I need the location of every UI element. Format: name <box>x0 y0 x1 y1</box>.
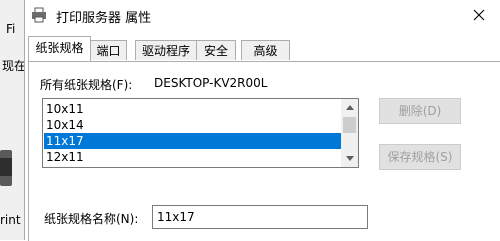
tab-security[interactable]: 安全 <box>196 40 236 60</box>
scroll-down-arrow-icon[interactable] <box>341 150 358 167</box>
list-item[interactable]: 10x14 <box>44 117 341 133</box>
close-button[interactable] <box>457 0 500 30</box>
close-icon <box>473 9 485 21</box>
title-bar[interactable]: 打印服务器 属性 <box>25 0 500 32</box>
printer-icon <box>0 150 12 186</box>
background-window: Fi 现在 rint <box>0 0 25 240</box>
scroll-thumb[interactable] <box>343 117 356 133</box>
tab-ports[interactable]: 端口 <box>90 40 127 60</box>
forms-tab-panel: 所有纸张规格(F): DESKTOP-KV2R00L 10x11 10x14 1… <box>28 61 500 241</box>
tab-bar: 纸张规格 端口 驱动程序 安全 高级 <box>25 36 500 62</box>
tab-drivers[interactable]: 驱动程序 <box>135 40 197 60</box>
tab-forms[interactable]: 纸张规格 <box>28 36 91 61</box>
computer-name: DESKTOP-KV2R00L <box>154 76 268 90</box>
list-scrollbar[interactable] <box>341 99 358 167</box>
background-item-text: rint <box>0 213 21 227</box>
save-form-button[interactable]: 保存规格(S) <box>379 144 461 170</box>
form-name-label: 纸张规格名称(N): <box>44 212 139 226</box>
background-toolbar-text: 现在 <box>2 59 25 73</box>
all-forms-label: 所有纸张规格(F): <box>40 78 133 92</box>
list-item-selected[interactable]: 11x17 <box>44 133 341 149</box>
list-item[interactable]: 12x11 <box>44 149 341 165</box>
printer-icon <box>32 7 46 23</box>
dialog-title: 打印服务器 属性 <box>56 11 152 26</box>
forms-listbox[interactable]: 10x11 10x14 11x17 12x11 <box>42 98 359 168</box>
printer-server-properties-dialog: 打印服务器 属性 纸张规格 端口 驱动程序 安全 高级 所有纸张规格(F): D… <box>24 0 500 241</box>
scroll-up-arrow-icon[interactable] <box>341 99 358 116</box>
list-item[interactable]: 10x11 <box>44 101 341 117</box>
background-menu-text: Fi <box>6 22 16 36</box>
form-name-input[interactable]: 11x17 <box>152 205 368 229</box>
delete-button[interactable]: 删除(D) <box>379 98 461 124</box>
tab-advanced[interactable]: 高级 <box>241 40 290 60</box>
